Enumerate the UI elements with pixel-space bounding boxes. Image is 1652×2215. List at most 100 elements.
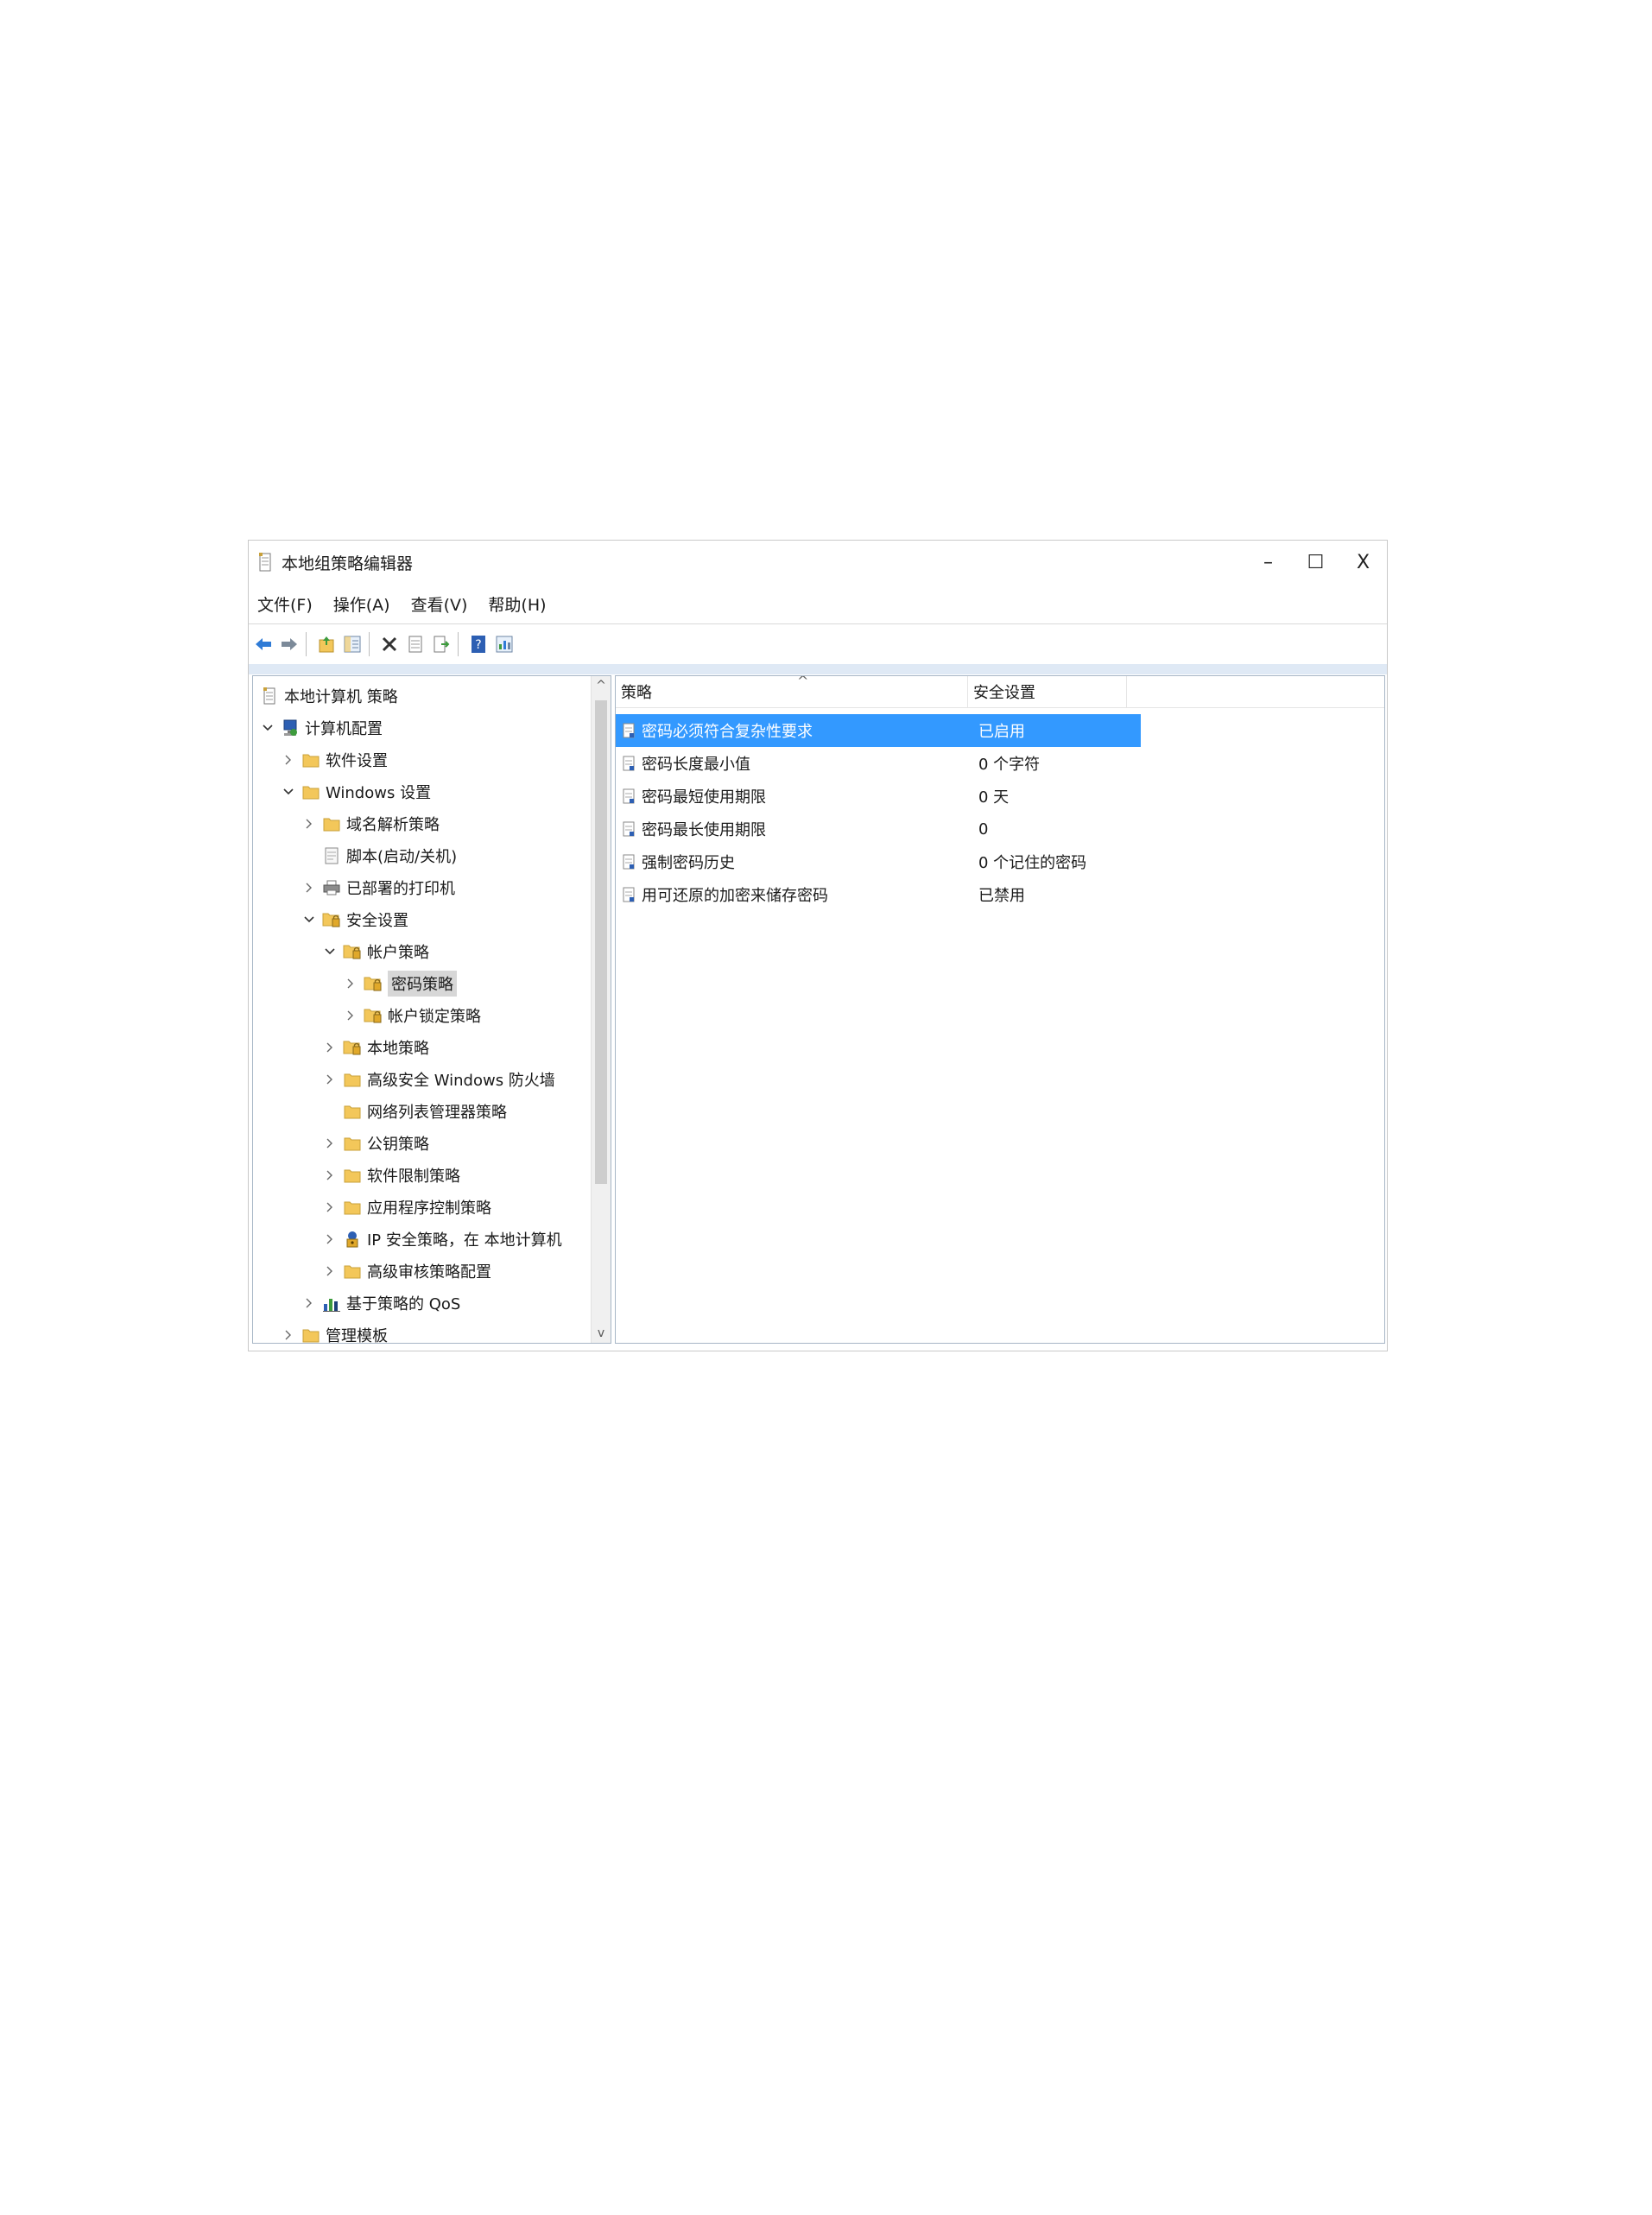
tree-node-label: 基于策略的 QoS [346,1294,461,1313]
folder-icon [301,1326,320,1344]
policy-item-icon [621,787,636,806]
toolbar-separator [369,632,370,656]
tree-pane: 本地计算机 策略 计算机配置 软件设置 Windows 设置 域名解析策略 脚本… [252,675,611,1344]
column-header-label: 策略 [621,684,652,702]
tree-node[interactable]: 应用程序控制策略 [253,1191,592,1223]
chevron-right-icon[interactable] [322,1072,338,1087]
chevron-down-icon[interactable] [322,944,338,959]
tree-node[interactable]: 域名解析策略 [253,807,592,839]
chevron-right-icon[interactable] [322,1040,338,1055]
menu-view[interactable]: 查看(V) [411,592,468,616]
chevron-right-icon[interactable] [301,1295,317,1311]
scroll-down-arrow[interactable]: v [592,1324,611,1343]
tree-node[interactable]: 软件限制策略 [253,1159,592,1191]
tree-node[interactable]: 本地计算机 策略 [253,680,592,712]
svg-text:?: ? [475,638,481,652]
tree-node-label: 脚本(启动/关机) [346,847,458,866]
script-icon [322,846,341,865]
policy-row[interactable]: 密码最长使用期限 0 [616,813,1141,845]
policy-row-selected[interactable]: 密码必须符合复杂性要求 已启用 [616,714,1141,747]
security-folder-icon [364,974,383,993]
tree-node[interactable]: 软件设置 [253,744,592,775]
tree-node[interactable]: 计算机配置 [253,712,592,744]
policy-row[interactable]: 密码长度最小值 0 个字符 [616,747,1141,780]
policy-setting: 0 个字符 [978,756,1041,774]
chevron-right-icon[interactable] [322,1136,338,1151]
policy-item-icon [621,721,636,740]
policy-row[interactable]: 强制密码历史 0 个记住的密码 [616,845,1141,878]
chevron-right-icon[interactable] [301,880,317,895]
show-hide-tree-icon[interactable] [341,631,364,657]
tree-node-label: 网络列表管理器策略 [367,1103,507,1122]
chevron-right-icon[interactable] [322,1199,338,1215]
tree-node[interactable]: 高级审核策略配置 [253,1255,592,1287]
tree-node-label: 域名解析策略 [346,815,440,834]
tree-node[interactable]: 本地策略 [253,1031,592,1063]
folder-icon [343,1166,362,1185]
forward-arrow-icon[interactable] [278,631,301,657]
tree-node[interactable]: 管理模板 [253,1319,592,1344]
maximize-button[interactable]: ☐ [1292,541,1339,584]
tree-node[interactable]: 已部署的打印机 [253,871,592,903]
chevron-right-icon[interactable] [301,816,317,832]
policy-row[interactable]: 用可还原的加密来储存密码 已禁用 [616,878,1141,911]
tree-node[interactable]: 网络列表管理器策略 [253,1095,592,1127]
menu-action[interactable]: 操作(A) [333,592,390,616]
filter-view-icon[interactable] [493,631,516,657]
policy-doc-icon [260,687,279,706]
chevron-right-icon[interactable] [322,1168,338,1183]
tree-node[interactable]: 帐户锁定策略 [253,999,592,1031]
column-header-policy[interactable]: ^ 策略 [616,676,968,707]
tree-node[interactable]: 安全设置 [253,903,592,935]
tree-node[interactable]: IP 安全策略，在 本地计算机 [253,1223,592,1255]
tree-scrollbar[interactable]: ^ v [591,676,611,1343]
policy-setting: 0 天 [978,788,1010,807]
chevron-down-icon[interactable] [281,784,296,800]
tree-node-selected[interactable]: 密码策略 [253,967,592,999]
tree-node[interactable]: 高级安全 Windows 防火墙 [253,1063,592,1095]
tree-node-label: 帐户锁定策略 [388,1007,481,1026]
minimize-button[interactable]: – [1244,541,1292,584]
chevron-right-icon[interactable] [281,1327,296,1343]
policy-name: 密码最短使用期限 [642,788,766,807]
column-header-setting[interactable]: 安全设置 [968,676,1127,707]
column-header-label: 安全设置 [973,684,1035,702]
security-folder-icon [343,1038,362,1057]
menu-bar: 文件(F) 操作(A) 查看(V) 帮助(H) [249,584,1387,624]
chevron-right-icon[interactable] [343,1008,358,1023]
chevron-right-icon[interactable] [343,976,358,991]
scroll-thumb[interactable] [595,700,607,1184]
tree-node-label: 本地策略 [367,1039,429,1058]
title-bar[interactable]: 本地组策略编辑器 – ☐ X [249,541,1387,584]
tree-node[interactable]: 帐户策略 [253,935,592,967]
help-icon[interactable]: ? [467,631,490,657]
menu-file[interactable]: 文件(F) [257,592,313,616]
chevron-right-icon[interactable] [322,1263,338,1279]
tree-node[interactable]: 脚本(启动/关机) [253,839,592,871]
chevron-down-icon[interactable] [260,720,275,736]
delete-x-icon[interactable] [378,631,401,657]
properties-icon[interactable] [404,631,427,657]
folder-icon [343,1198,362,1217]
policy-row[interactable]: 密码最短使用期限 0 天 [616,780,1141,813]
tree-node-label: 管理模板 [326,1326,388,1344]
policy-list-pane: ^ 策略 安全设置 密码必须符合复杂性要求 已启用 密码长度最小值 0 个字符 [615,675,1385,1344]
chevron-right-icon[interactable] [322,1231,338,1247]
tree-node[interactable]: 公钥策略 [253,1127,592,1159]
scroll-up-arrow[interactable]: ^ [592,676,611,695]
tree-node[interactable]: Windows 设置 [253,775,592,807]
tree-node-label: 帐户策略 [367,943,429,962]
tree-node[interactable]: 基于策略的 QoS [253,1287,592,1319]
up-folder-icon[interactable] [315,631,338,657]
folder-icon [343,1070,362,1089]
export-list-icon[interactable] [430,631,453,657]
close-button[interactable]: X [1339,541,1387,584]
gpedit-window: 本地组策略编辑器 – ☐ X 文件(F) 操作(A) 查看(V) 帮助(H) ? [248,540,1388,1351]
chevron-down-icon[interactable] [301,912,317,927]
policy-item-icon [621,852,636,871]
menu-help[interactable]: 帮助(H) [488,592,546,616]
policy-setting: 0 [978,820,989,839]
chevron-right-icon[interactable] [281,752,296,768]
back-arrow-icon[interactable] [252,631,275,657]
ip-security-icon [343,1230,362,1249]
